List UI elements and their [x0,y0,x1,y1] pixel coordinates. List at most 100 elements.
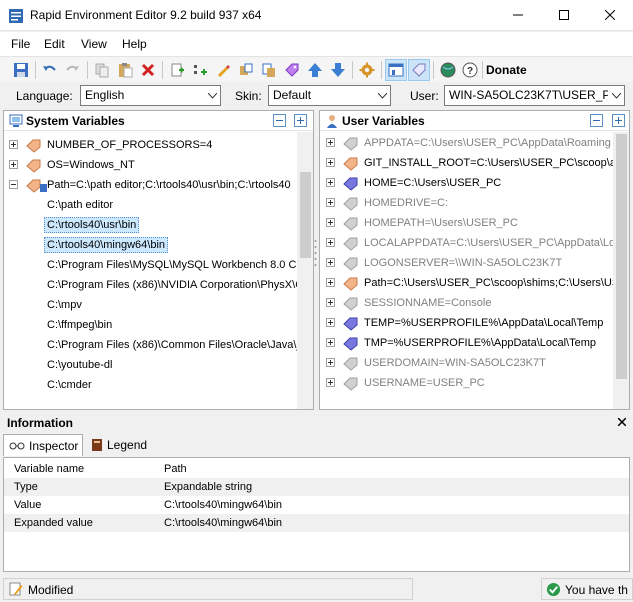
plus-icon [297,117,304,124]
expand-toggle[interactable] [326,278,335,287]
inspector-row[interactable]: Variable name Path [4,460,629,478]
web-button[interactable] [437,59,459,81]
expand-all-button[interactable] [612,114,625,127]
expand-toggle[interactable] [326,178,335,187]
expand-toggle[interactable] [326,378,335,387]
add-variable-button[interactable] [166,59,188,81]
path-value-row[interactable]: C:\Program Files (x86)\Common Files\Orac… [4,336,305,356]
expand-toggle[interactable] [326,158,335,167]
plus-icon [11,142,16,147]
tab-legend[interactable]: Legend [86,434,156,456]
path-value-row[interactable]: C:\mpv [4,296,294,316]
system-variable-row[interactable]: Path=C:\path editor;C:\rtools40\usr\bin;… [4,176,294,196]
scrollbar-thumb[interactable] [300,172,311,258]
path-value-row[interactable]: C:\cmder [4,376,294,396]
inspector-row[interactable]: Value C:\rtools40\mingw64\bin [4,496,629,514]
user-variable-row[interactable]: LOCALAPPDATA=C:\Users\USER_PC\AppData\Lo… [320,234,629,254]
expand-toggle[interactable] [326,318,335,327]
row-text: Path=C:\path editor;C:\rtools40\usr\bin;… [47,179,291,191]
menu-edit[interactable]: Edit [44,37,65,51]
path-value-row[interactable]: C:\youtube-dl [4,356,294,376]
donate-button[interactable]: Donate [486,63,527,77]
splitter-handle[interactable] [314,238,317,268]
row-text: USERDOMAIN=WIN-SA5OLC23K7T [364,357,546,369]
legend-button[interactable] [408,59,430,81]
path-value-row[interactable]: C:\rtools40\usr\bin [4,216,294,236]
user-variable-row[interactable]: APPDATA=C:\Users\USER_PC\AppData\Roaming [320,134,611,154]
cut-button[interactable] [235,59,257,81]
help-button[interactable]: ? [459,59,481,81]
edit-button[interactable] [212,59,234,81]
minimize-button[interactable] [495,0,541,30]
expand-toggle[interactable] [326,238,335,247]
user-variable-row[interactable]: HOME=C:\Users\USER_PC [320,174,610,194]
user-scrollbar[interactable] [613,132,629,409]
move-down-button[interactable] [327,59,349,81]
maximize-button[interactable] [541,0,587,30]
language-select[interactable]: English [80,85,221,106]
computer-icon [9,114,23,127]
settings-button[interactable] [356,59,378,81]
expand-toggle[interactable] [326,258,335,267]
user-variable-row[interactable]: SESSIONNAME=Console [320,294,610,314]
redo-button[interactable] [61,59,83,81]
path-value-row[interactable]: C:\rtools40\mingw64\bin [4,236,294,256]
paste-button[interactable] [114,59,136,81]
system-variable-row[interactable]: NUMBER_OF_PROCESSORS=4 [4,136,294,156]
user-select[interactable]: WIN-SA5OLC23K7T\USER_PC [lo [444,85,625,106]
add-value-button[interactable] [189,59,211,81]
inspector-row[interactable]: Expanded value C:\rtools40\mingw64\bin [4,514,629,532]
save-button[interactable] [10,59,32,81]
menu-view[interactable]: View [81,37,107,51]
expand-toggle[interactable] [326,358,335,367]
collapse-toggle[interactable] [9,180,18,189]
expand-toggle[interactable] [326,138,335,147]
expand-toggle[interactable] [326,198,335,207]
path-value-row[interactable]: C:\path editor [4,196,294,216]
collapse-all-button[interactable] [590,114,603,127]
path-value-row[interactable]: C:\Program Files\MySQL\MySQL Workbench 8… [4,256,304,276]
expand-toggle[interactable] [9,140,18,149]
system-variables-header: System Variables [4,111,313,131]
scrollbar-thumb[interactable] [616,134,627,379]
info-panel-button[interactable] [385,59,407,81]
expand-all-button[interactable] [294,114,307,127]
user-variable-row[interactable]: HOMEDRIVE=C: [320,194,610,214]
user-variable-row[interactable]: TEMP=%USERPROFILE%\AppData\Local\Temp [320,314,610,334]
system-variable-row[interactable]: OS=Windows_NT [4,156,294,176]
skin-select[interactable]: Default [268,85,391,106]
paste-value-button[interactable] [258,59,280,81]
path-value-row[interactable]: C:\ffmpeg\bin [4,316,294,336]
menu-help[interactable]: Help [122,37,147,51]
user-variable-row[interactable]: GIT_INSTALL_ROOT=C:\Users\USER_PC\scoop\… [320,154,628,174]
variable-type-tag-icon [343,177,358,191]
user-variable-row[interactable]: USERNAME=USER_PC [320,374,610,394]
close-button[interactable] [587,0,633,30]
copy-button[interactable] [91,59,113,81]
row-text: APPDATA=C:\Users\USER_PC\AppData\Roaming [364,137,611,149]
delete-button[interactable] [137,59,159,81]
expand-toggle[interactable] [326,298,335,307]
undo-button[interactable] [39,59,61,81]
toolbar-separator [381,61,382,79]
information-header: Information [0,412,633,432]
close-icon[interactable] [618,418,626,426]
user-variable-row[interactable]: TMP=%USERPROFILE%\AppData\Local\Temp [320,334,610,354]
move-up-button[interactable] [304,59,326,81]
inspector-row[interactable]: Type Expandable string [4,478,629,496]
expand-toggle[interactable] [326,218,335,227]
row-text: NUMBER_OF_PROCESSORS=4 [47,139,213,151]
plus-icon [328,280,333,285]
collapse-all-button[interactable] [273,114,286,127]
system-scrollbar[interactable] [297,132,313,409]
expand-toggle[interactable] [326,338,335,347]
user-variable-row[interactable]: USERDOMAIN=WIN-SA5OLC23K7T [320,354,610,374]
path-value-row[interactable]: C:\Program Files (x86)\NVIDIA Corporatio… [4,276,303,296]
expand-toggle[interactable] [9,160,18,169]
menu-file[interactable]: File [11,37,30,51]
tab-inspector[interactable]: Inspector [3,434,83,456]
type-tag-button[interactable] [281,59,303,81]
user-variable-row[interactable]: HOMEPATH=\Users\USER_PC [320,214,610,234]
user-variable-row[interactable]: LOGONSERVER=\\WIN-SA5OLC23K7T [320,254,610,274]
user-variable-row[interactable]: Path=C:\Users\USER_PC\scoop\shims;C:\Use… [320,274,627,294]
